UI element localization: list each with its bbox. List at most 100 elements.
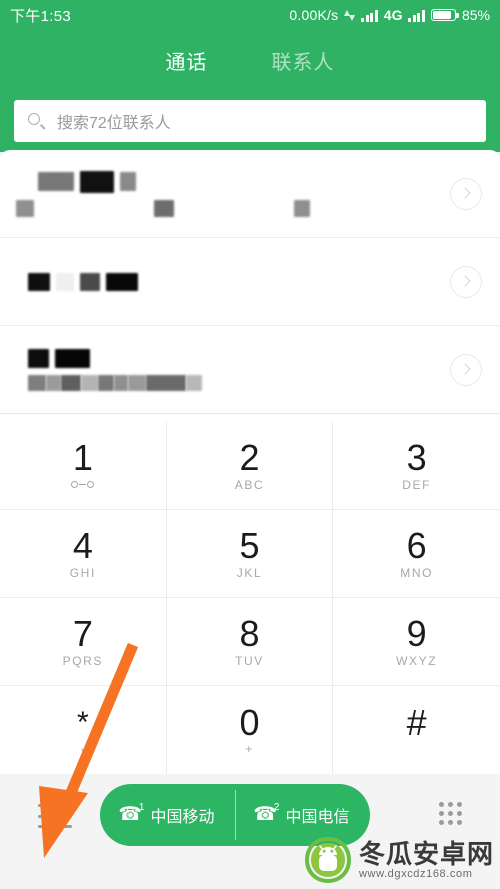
phone-handset-icon-2: ☎ 2 xyxy=(253,802,280,826)
dialpad-key-letters: + xyxy=(245,742,254,756)
redaction-block xyxy=(146,374,186,391)
contact-row[interactable] xyxy=(0,150,500,238)
chevron-right-icon[interactable] xyxy=(450,177,482,210)
tab-calls[interactable]: 通话 xyxy=(158,42,216,79)
signal-bars-icon-1 xyxy=(361,9,378,22)
dialpad-key-digit: # xyxy=(406,701,427,743)
dialpad-key-letters: GHI xyxy=(69,565,96,580)
redaction-block xyxy=(38,172,74,191)
call-button-sim1[interactable]: ☎ 1 中国移动 xyxy=(100,784,235,846)
watermark: 冬瓜安卓网 www.dgxcdz168.com xyxy=(304,837,494,883)
dialpad-key-digit: 7 xyxy=(72,613,93,654)
redaction-block xyxy=(80,170,114,193)
dialpad-key-digit: 4 xyxy=(72,525,93,566)
dialpad-key-letters: MNO xyxy=(400,565,434,580)
dialpad: 1 2 ABC 3 DEF 4 GHI 5 JKL 6 MNO 7 PQRS 8 TUV 9 WXYZ *, 0 + # xyxy=(0,422,500,774)
redaction-block xyxy=(81,374,98,391)
network-speed-text: 0.00K/s xyxy=(289,7,339,23)
watermark-url: www.dgxcdz168.com xyxy=(358,867,473,880)
data-updown-icon xyxy=(344,9,356,22)
watermark-title: 冬瓜安卓网 xyxy=(358,838,494,869)
tab-bar: 通话 联系人 xyxy=(0,30,500,90)
status-bar: 下午1:53 0.00K/s 4G 85% xyxy=(0,0,500,30)
contact-list xyxy=(0,150,500,422)
dialpad-key-letters: ABC xyxy=(234,477,265,492)
redaction-block xyxy=(128,374,146,391)
contact-detail-redacted xyxy=(16,199,450,217)
dialpad-key-digit: 5 xyxy=(239,525,260,566)
contact-row[interactable] xyxy=(0,326,500,414)
chevron-right-icon[interactable] xyxy=(450,353,482,386)
dialpad-key-letters: DEF xyxy=(402,477,432,492)
redaction-block xyxy=(98,374,114,391)
redaction-block xyxy=(120,172,136,191)
signal-bars-icon-2 xyxy=(408,9,425,22)
dialpad-grid-icon[interactable] xyxy=(439,802,462,825)
dialpad-key-0[interactable]: 0 + xyxy=(167,686,334,774)
status-time: 下午1:53 xyxy=(10,7,71,25)
dialpad-key-digit: 9 xyxy=(406,613,427,654)
contact-name-redacted xyxy=(28,348,450,368)
dialpad-key-hash[interactable]: # xyxy=(333,686,500,774)
status-indicators: 0.00K/s 4G 85% xyxy=(289,7,490,23)
dialpad-key-digit: 2 xyxy=(239,437,260,478)
dialpad-key-letters: TUV xyxy=(235,653,264,668)
dialpad-key-digit: 6 xyxy=(406,525,427,566)
redaction-block xyxy=(294,199,310,217)
call-button-sim1-label: 中国移动 xyxy=(150,809,215,826)
contact-redacted-content xyxy=(28,348,450,391)
dialpad-key-1[interactable]: 1 xyxy=(0,422,167,510)
redaction-block xyxy=(61,374,81,391)
battery-percent-text: 85% xyxy=(461,7,490,23)
hamburger-menu-icon[interactable] xyxy=(38,804,72,828)
dialpad-key-letters: JKL xyxy=(236,565,263,580)
battery-icon xyxy=(430,9,459,21)
dialpad-key-2[interactable]: 2 ABC xyxy=(166,422,334,510)
sim-badge-2: 2 xyxy=(273,802,280,813)
dialpad-key-4[interactable]: 4 GHI xyxy=(0,510,167,598)
dialpad-key-7[interactable]: 7 PQRS xyxy=(0,598,167,686)
tab-contacts[interactable]: 联系人 xyxy=(264,42,343,79)
dialpad-key-digit: 8 xyxy=(239,613,260,654)
dialer-screen: 下午1:53 0.00K/s 4G 85% 通话 联系人 搜索72位联系人 1 2… xyxy=(0,0,500,889)
android-leaf-logo xyxy=(304,837,351,883)
network-type-text: 4G xyxy=(383,7,403,23)
contact-row[interactable] xyxy=(0,238,500,326)
call-button-sim2-label: 中国电信 xyxy=(285,809,350,826)
search-input[interactable]: 搜索72位联系人 xyxy=(14,100,486,142)
search-placeholder: 搜索72位联系人 xyxy=(57,115,171,132)
dialpad-key-6[interactable]: 6 MNO xyxy=(333,510,500,598)
contact-redacted-content xyxy=(16,170,450,217)
dialpad-key-8[interactable]: 8 TUV xyxy=(166,598,334,686)
search-icon xyxy=(28,112,45,130)
dialpad-key-5[interactable]: 5 JKL xyxy=(166,510,334,598)
dialpad-key-letters: , xyxy=(80,739,86,753)
redaction-block xyxy=(28,272,50,291)
contact-redacted-content xyxy=(28,272,450,291)
dialpad-key-letters: WXYZ xyxy=(396,653,438,668)
redaction-block xyxy=(186,374,202,391)
chevron-right-icon[interactable] xyxy=(450,265,482,298)
dialpad-key-star[interactable]: *, xyxy=(0,686,167,774)
dialpad-key-digit: 1 xyxy=(72,437,93,478)
redaction-block xyxy=(154,199,174,217)
voicemail-icon xyxy=(71,478,95,491)
dialpad-key-letters: PQRS xyxy=(62,653,104,668)
redaction-block xyxy=(28,374,46,391)
contact-name-redacted xyxy=(28,272,450,291)
search-section: 搜索72位联系人 xyxy=(0,90,500,152)
dialpad-key-9[interactable]: 9 WXYZ xyxy=(333,598,500,686)
dialpad-key-digit: 3 xyxy=(406,437,427,478)
redaction-block xyxy=(55,348,90,368)
redaction-block xyxy=(46,374,61,391)
redaction-block xyxy=(106,272,138,291)
redaction-block xyxy=(80,272,100,291)
contact-name-redacted xyxy=(38,170,450,193)
dialpad-key-digit: * xyxy=(76,705,89,739)
redaction-block xyxy=(114,374,128,391)
dialpad-key-3[interactable]: 3 DEF xyxy=(333,422,500,510)
sim-badge-1: 1 xyxy=(138,802,145,813)
phone-handset-icon-1: ☎ 1 xyxy=(118,802,145,826)
watermark-text: 冬瓜安卓网 www.dgxcdz168.com xyxy=(359,841,494,880)
contact-detail-redacted xyxy=(28,374,450,391)
